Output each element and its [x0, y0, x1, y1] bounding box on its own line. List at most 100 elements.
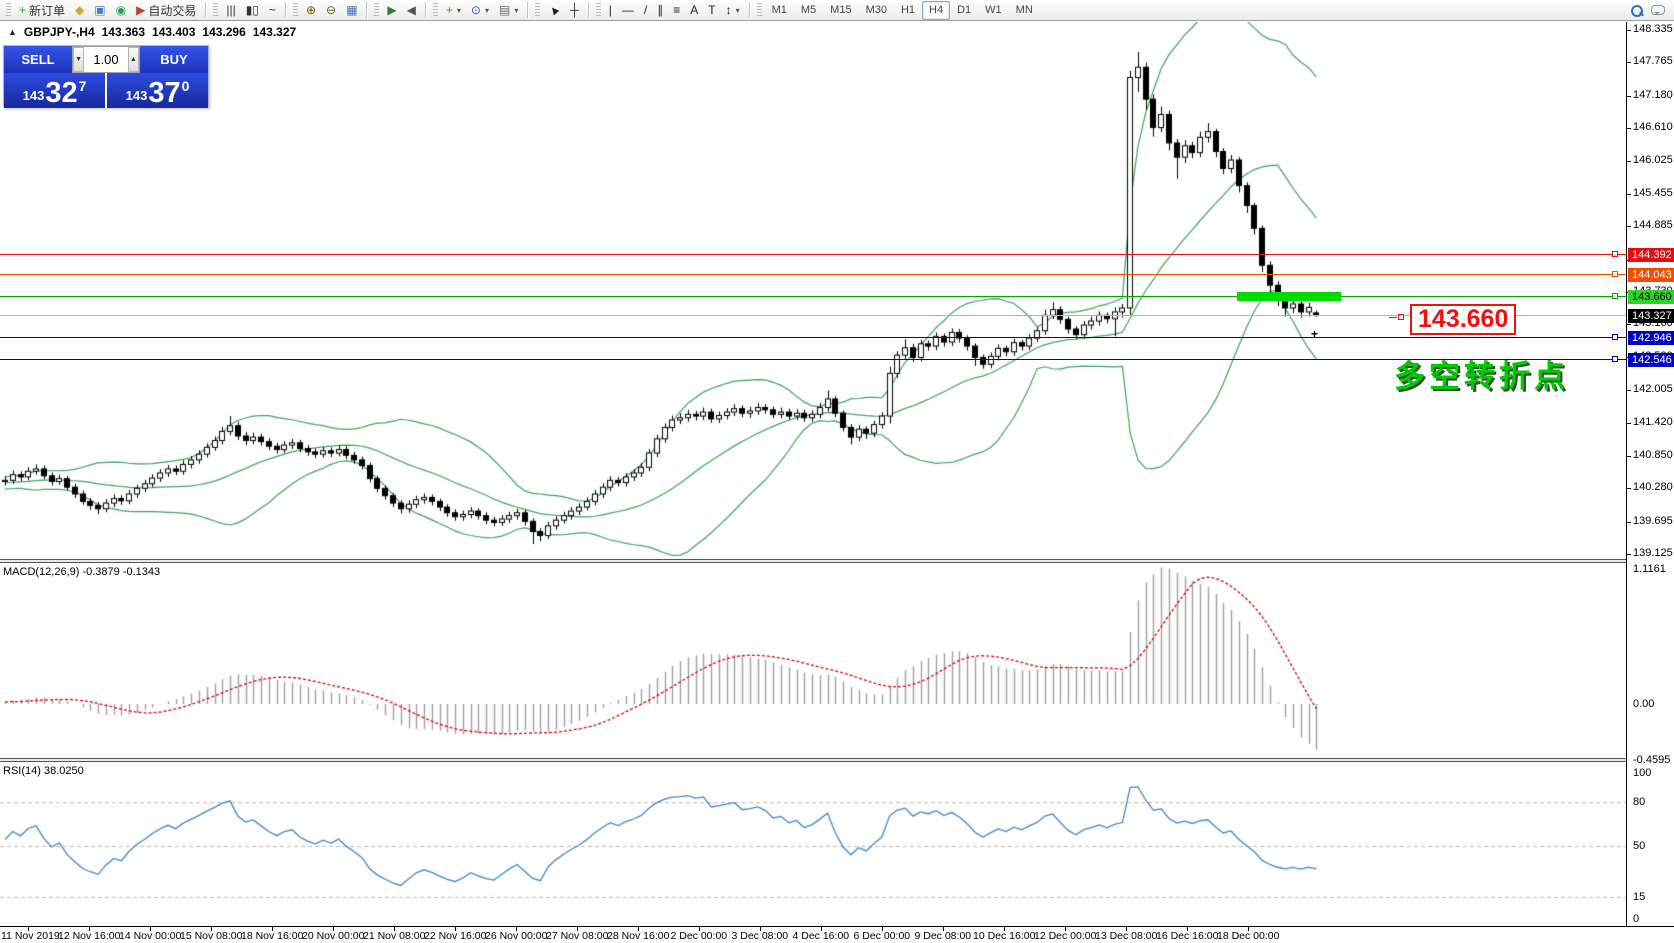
signals-icon: ◉ [116, 4, 126, 16]
ohlc-low: 143.296 [202, 25, 245, 39]
one-click-collapse-icon[interactable]: ▲ [8, 27, 17, 37]
horizontal-line-button[interactable]: — [617, 1, 639, 20]
last-price-marker: + [1311, 327, 1318, 341]
hline-object-142.546[interactable] [0, 359, 1626, 360]
autotrading-button[interactable]: ▶自动交易 [131, 1, 201, 20]
y-axis-tick-mark [1627, 62, 1631, 63]
templates-button[interactable]: ▤▾ [494, 1, 523, 20]
chat-icon[interactable] [1651, 5, 1665, 15]
arrows-icon: ↕ [726, 4, 732, 16]
hline-handle[interactable] [1612, 251, 1618, 257]
hline-object-144.392[interactable] [0, 254, 1626, 255]
volume-stepper: ▼ ▲ [72, 46, 140, 73]
price-level-text-box[interactable]: 143.660 [1410, 304, 1516, 335]
chart-shift-button[interactable]: ◀ [402, 1, 421, 20]
text-button[interactable]: A [685, 1, 703, 20]
timeframe-h1-button[interactable]: H1 [894, 1, 922, 20]
time-axis[interactable]: 11 Nov 201912 Nov 16:0014 Nov 00:0015 No… [0, 926, 1674, 943]
timeframe-m5-button[interactable]: M5 [794, 1, 823, 20]
fibonacci-button[interactable]: ≡ [668, 1, 685, 20]
y-axis-tick-label: 141.420 [1633, 416, 1673, 428]
terminal-button[interactable]: ▣ [89, 1, 110, 20]
y-axis-tick-label: 139.695 [1633, 515, 1673, 527]
time-axis-tick-mark [516, 927, 517, 931]
timeframe-m30-button[interactable]: M30 [859, 1, 894, 20]
bar-chart-button[interactable]: ||| [221, 1, 240, 20]
time-axis-label: 16 Dec 16:00 [1156, 930, 1218, 942]
tile-windows-button[interactable]: ▦ [341, 1, 362, 20]
crosshair-button[interactable]: ┼ [565, 1, 584, 20]
time-axis-tick-mark [882, 927, 883, 931]
hline-handle[interactable] [1612, 293, 1618, 299]
price-axis[interactable]: 148.335147.765147.180146.610146.025145.4… [1626, 22, 1674, 927]
volume-increase-button[interactable]: ▲ [128, 47, 139, 72]
hline-object-143.660[interactable] [0, 296, 1626, 297]
signals-button[interactable]: ◉ [111, 1, 131, 20]
cn-annotation-text[interactable]: 多空转折点 [1394, 351, 1569, 396]
search-icon[interactable] [1630, 4, 1643, 17]
vertical-line-button[interactable]: | [604, 1, 617, 20]
rsi-panel-splitter[interactable] [0, 758, 1674, 762]
zoom-out-button[interactable]: ⊖ [321, 1, 341, 20]
periods-button[interactable]: ⊙▾ [466, 1, 494, 20]
hline-handle[interactable] [1612, 356, 1618, 362]
indicators-button[interactable]: +▾ [441, 1, 466, 20]
bar-chart-icon: ||| [226, 4, 235, 16]
clock-icon: ⊙ [471, 4, 481, 16]
hline-object-144.043[interactable] [0, 274, 1626, 275]
metaeditor-button[interactable]: ◆ [70, 1, 89, 20]
macd-panel-splitter[interactable] [0, 559, 1674, 563]
auto-scroll-button[interactable]: ▶ [382, 1, 401, 20]
time-axis-label: 11 Nov 2019 [1, 930, 60, 942]
hline-object-142.946[interactable] [0, 337, 1626, 338]
timeframe-w1-button[interactable]: W1 [978, 1, 1009, 20]
hline-icon: — [622, 4, 634, 16]
buy-button[interactable]: BUY [140, 46, 208, 73]
macd-axis-tick-label: 0.00 [1633, 698, 1654, 710]
candlestick-icon: ▮▯ [246, 4, 259, 16]
timeframe-d1-button[interactable]: D1 [950, 1, 978, 20]
volume-decrease-button[interactable]: ▼ [73, 47, 84, 72]
y-axis-tick-label: 148.335 [1633, 23, 1673, 35]
tile-windows-icon: ▦ [346, 4, 357, 16]
line-chart-button[interactable]: ~ [264, 1, 281, 20]
chart-title: ▲ GBPJPY-,H4 143.363 143.403 143.296 143… [8, 25, 296, 39]
autotrading-button-label: 自动交易 [148, 2, 196, 19]
time-axis-tick-mark [272, 927, 273, 931]
sell-button[interactable]: SELL [4, 46, 72, 73]
arrows-button[interactable]: ↕▾ [721, 1, 745, 20]
buy-price-display[interactable]: 143 37 0 [107, 73, 208, 108]
current-price-line [0, 315, 1626, 316]
chevron-down-icon: ▾ [736, 6, 740, 15]
timeframe-mn-button[interactable]: MN [1009, 1, 1040, 20]
timeframe-m1-button[interactable]: M1 [765, 1, 794, 20]
price-box-anchor-handle[interactable] [1398, 314, 1404, 320]
time-axis-tick-mark [577, 927, 578, 931]
y-axis-tick-mark [1627, 128, 1631, 129]
candlestick-chart-button[interactable]: ▮▯ [241, 1, 264, 20]
zoom-in-icon: ⊕ [306, 4, 316, 16]
main-chart-canvas[interactable] [0, 22, 1626, 559]
highlight-zone-rectangle[interactable] [1237, 292, 1341, 301]
macd-chart-canvas[interactable] [0, 563, 1626, 758]
zoom-in-button[interactable]: ⊕ [301, 1, 321, 20]
text-label-button[interactable]: T [703, 1, 720, 20]
trendline-button[interactable]: / [639, 1, 652, 20]
sell-price-display[interactable]: 143 32 7 [4, 73, 105, 108]
hline-handle[interactable] [1612, 271, 1618, 277]
toolbar-separator [527, 2, 528, 18]
toolbar-grip [757, 3, 762, 18]
channel-button[interactable]: ∥ [652, 1, 668, 20]
chevron-down-icon: ▾ [457, 6, 461, 15]
new-order-button[interactable]: +新订单 [14, 1, 70, 20]
timeframe-m15-button[interactable]: M15 [823, 1, 858, 20]
time-axis-tick-mark [1187, 927, 1188, 931]
templates-icon: ▤ [499, 4, 510, 16]
cursor-button[interactable]: ▲ [543, 1, 565, 20]
rsi-chart-canvas[interactable] [0, 763, 1626, 926]
timeframe-h4-button[interactable]: H4 [922, 1, 950, 20]
time-axis-label: 13 Dec 08:00 [1095, 930, 1157, 942]
hline-handle[interactable] [1612, 334, 1618, 340]
y-axis-tick-mark [1627, 324, 1631, 325]
volume-input[interactable] [84, 47, 128, 72]
